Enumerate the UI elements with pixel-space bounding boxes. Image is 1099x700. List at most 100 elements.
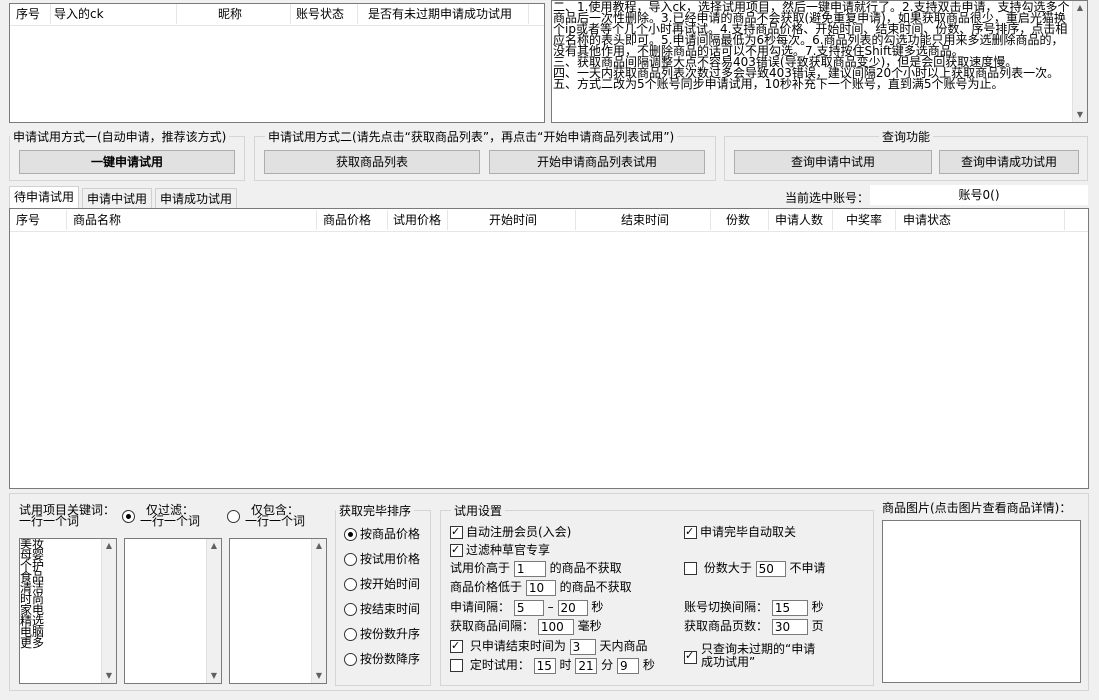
filter-only-radio[interactable]: 仅过滤： 一行一个词 [122,504,200,527]
filter-only-scrollbar[interactable]: ▲ ▼ [206,539,221,683]
scroll-up-icon[interactable]: ▲ [312,539,326,553]
trial-price-prefix: 试用价高于 [450,561,511,575]
timed-second-input[interactable]: 9 [617,657,640,674]
col-copies[interactable]: 份数 [726,210,750,230]
accounts-table-header: 序号 导入的ck 昵称 账号状态 是否有未过期申请成功试用 [10,4,544,26]
switch-interval-setting: 账号切换间隔： 15 秒 [684,599,824,616]
timed-hour-input[interactable]: 15 [533,657,556,674]
fetch-interval-label: 获取商品间隔： [450,619,535,633]
col-product-name[interactable]: 商品名称 [73,210,121,230]
timed-trial-setting[interactable]: 定时试用： 15 时 21 分 9 秒 [450,657,655,674]
col-nickname[interactable]: 昵称 [218,4,242,24]
tab-applying[interactable]: 申请中试用 [82,188,153,209]
col-unexpired-success[interactable]: 是否有未过期申请成功试用 [368,4,512,24]
col-apply-status[interactable]: 申请状态 [903,210,951,230]
query-pending-button[interactable]: 查询申请中试用 [734,150,932,174]
sort-by-product-price[interactable]: 按商品价格 [344,526,420,542]
scroll-down-icon[interactable]: ▼ [312,669,326,683]
copies-prefix: 份数大于 [703,561,752,575]
start-apply-list-button[interactable]: 开始申请商品列表试用 [489,150,705,174]
timed-second-unit: 秒 [642,658,655,672]
sort-by-copies-asc[interactable]: 按份数升序 [344,626,420,642]
keywords-label-hint: 一行一个词 [19,514,80,528]
interval-dash: – [547,600,554,614]
interval-setting: 申请间隔： 5 – 20 秒 [450,599,603,616]
include-only-scrollbar[interactable]: ▲ ▼ [311,539,326,683]
tab-pending-apply[interactable]: 待申请试用 [9,186,80,209]
current-account-label: 当前选中账号： [785,191,870,205]
sort-option-label: 按份数升序 [360,627,421,641]
sort-by-copies-desc[interactable]: 按份数降序 [344,651,420,667]
scroll-up-icon[interactable]: ▲ [102,539,116,553]
col-imported-ck[interactable]: 导入的ck [54,4,104,24]
one-click-apply-button[interactable]: 一键申请试用 [19,150,235,174]
tab-apply-success[interactable]: 申请成功试用 [155,188,238,209]
instructions-textbox[interactable]: 二、1.使用教程，导入ck，选择试用项目，然后一键申请就行了。2.支持双击申请，… [551,0,1088,123]
trial-price-input[interactable]: 1 [513,560,546,577]
checkbox-checked-icon [684,524,697,540]
fetch-interval-unit: 毫秒 [577,619,602,633]
pages-input[interactable]: 30 [771,618,808,635]
auto-register-checkbox[interactable]: 自动注册会员(入会) [450,524,571,540]
filter-seeds-checkbox[interactable]: 过滤种草官专享 [450,542,550,558]
col-end-time[interactable]: 结束时间 [621,210,669,230]
scroll-down-icon[interactable]: ▼ [207,669,221,683]
mode2-legend: 申请试用方式二(请先点击“获取商品列表”，再点击“开始申请商品列表试用”) [268,130,675,144]
col-trial-price[interactable]: 试用价格 [393,210,441,230]
sort-by-trial-price[interactable]: 按试用价格 [344,551,420,567]
col-product-price[interactable]: 商品价格 [323,210,371,230]
switch-interval-input[interactable]: 15 [771,599,808,616]
products-table[interactable]: 序号 商品名称 商品价格 试用价格 开始时间 结束时间 份数 申请人数 中奖率 … [9,208,1089,489]
only-end-prefix: 只申请结束时间为 [469,639,566,653]
only-end-within-setting[interactable]: 只申请结束时间为 3 天内商品 [450,638,648,655]
scroll-up-icon[interactable]: ▲ [1073,1,1087,15]
col-start-time[interactable]: 开始时间 [489,210,537,230]
radio-checked-icon [122,510,135,523]
keywords-textbox[interactable]: 美妆 母婴 个护 食品 清洁 时尚 家电 精选 电脑 更多 ▲ ▼ [19,538,117,684]
get-product-list-button[interactable]: 获取商品列表 [264,150,480,174]
interval-min-input[interactable]: 5 [513,599,544,616]
timed-hour-unit: 时 [559,658,572,672]
filter-only-textbox[interactable]: ▲ ▼ [124,538,222,684]
only-unexpired-checkbox[interactable]: 只查询未过期的“申请 成功试用” [684,643,815,669]
col-index[interactable]: 序号 [16,210,40,230]
checkbox-unchecked-icon [684,562,697,575]
product-image-box[interactable] [882,520,1081,683]
radio-unchecked-icon [344,628,357,641]
radio-unchecked-icon [344,553,357,566]
radio-unchecked-icon [344,603,357,616]
col-win-rate[interactable]: 中奖率 [846,210,882,230]
auto-unfollow-checkbox[interactable]: 申请完毕自动取关 [684,524,796,540]
col-index[interactable]: 序号 [16,4,40,24]
scroll-up-icon[interactable]: ▲ [207,539,221,553]
timed-minute-input[interactable]: 21 [575,657,598,674]
fetch-interval-input[interactable]: 100 [537,618,574,635]
instructions-scrollbar[interactable]: ▲ ▼ [1072,1,1087,122]
sort-by-end-time[interactable]: 按结束时间 [344,601,420,617]
accounts-table[interactable]: 序号 导入的ck 昵称 账号状态 是否有未过期申请成功试用 [9,3,545,123]
switch-interval-label: 账号切换间隔： [684,600,769,614]
keywords-list: 美妆 母婴 个护 食品 清洁 时尚 家电 精选 电脑 更多 [20,539,44,649]
scroll-down-icon[interactable]: ▼ [102,669,116,683]
keywords-scrollbar[interactable]: ▲ ▼ [101,539,116,683]
copies-suffix: 不申请 [789,561,826,575]
col-applicants[interactable]: 申请人数 [775,210,823,230]
pages-label: 获取商品页数： [684,619,769,633]
col-account-status[interactable]: 账号状态 [296,4,344,24]
price-input[interactable]: 10 [525,579,556,596]
sorting-legend: 获取完毕排序 [339,504,412,518]
only-end-days-input[interactable]: 3 [569,638,596,655]
sort-by-start-time[interactable]: 按开始时间 [344,576,420,592]
checkbox-checked-icon [450,638,463,654]
include-only-textbox[interactable]: ▲ ▼ [229,538,327,684]
instruction-line: 五、方式二改为5个账号同步申请试用，10秒补充下一个账号，直到满5个账号为止。 [553,77,1004,91]
pages-unit: 页 [811,619,824,633]
include-only-radio[interactable]: 仅包含： 一行一个词 [227,504,305,527]
copies-input[interactable]: 50 [755,560,786,577]
timed-minute-unit: 分 [601,658,614,672]
query-success-button[interactable]: 查询申请成功试用 [939,150,1079,174]
scroll-down-icon[interactable]: ▼ [1073,108,1087,122]
copies-setting[interactable]: 份数大于 50 不申请 [684,560,826,577]
interval-max-input[interactable]: 20 [557,599,588,616]
pages-setting: 获取商品页数： 30 页 [684,618,824,635]
